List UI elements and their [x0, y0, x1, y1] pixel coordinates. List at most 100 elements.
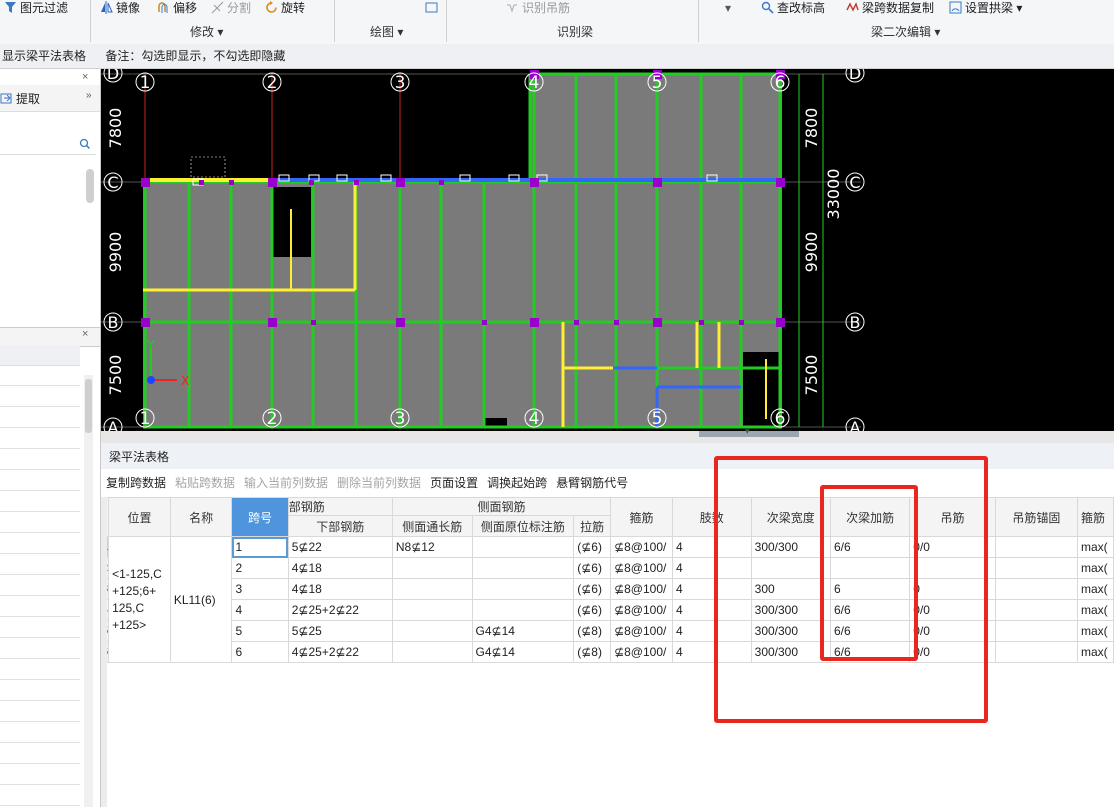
col-position-header[interactable]: 位置 [108, 497, 171, 537]
property-list-row[interactable] [0, 659, 80, 680]
property-list-row[interactable] [0, 365, 80, 386]
stirrup-cell[interactable]: ⊈8@100/ [610, 620, 673, 642]
side-in-situ-cell[interactable]: G4⊈14 [471, 641, 575, 663]
property-list-row[interactable] [0, 575, 80, 596]
property-list-row[interactable] [0, 680, 80, 701]
side-through-cell[interactable] [391, 599, 473, 621]
property-list-row[interactable] [0, 617, 80, 638]
col-side-in-situ-header[interactable]: 侧面原位标注筋 [471, 515, 575, 537]
delete-column-button[interactable]: 删除当前列数据 [337, 471, 421, 495]
dropdown-arrow-button[interactable]: ▾ [725, 0, 731, 16]
scrollbar-track[interactable] [84, 375, 93, 807]
col-side-through-header[interactable]: 侧面通长筋 [391, 515, 473, 537]
bottom-rebar-cell[interactable]: 4⊈18 [287, 557, 393, 579]
tie-bar-cell[interactable]: (⊈6) [573, 599, 612, 621]
property-list-row[interactable] [0, 470, 80, 491]
swap-start-span-button[interactable]: 调换起始跨 [487, 471, 547, 495]
scrollbar-thumb[interactable] [86, 169, 94, 203]
group-beam-secondary-edit[interactable]: 梁二次编辑 ▾ [871, 24, 940, 40]
floor-plan-drawing[interactable]: 1 1 2 2 3 3 4 4 5 5 6 6 D D C C B B A A 7800 9900 7500 7800 9900… [101, 69, 1114, 431]
hanger-anchor-cell[interactable] [994, 578, 1078, 600]
tie-bar-cell[interactable]: (⊈8) [573, 641, 612, 663]
show-table-label[interactable]: 显示梁平法表格 [2, 49, 86, 63]
extra-cell[interactable]: max( [1076, 599, 1114, 621]
stirrup-cell[interactable]: ⊈8@100/ [610, 557, 673, 579]
col-hanger-anchor-header[interactable]: 吊筋锚固 [994, 497, 1078, 537]
side-in-situ-cell[interactable] [471, 536, 575, 558]
col-span-no-header[interactable]: 跨号 [231, 497, 289, 537]
span-no-cell[interactable]: 4 [231, 599, 289, 621]
bottom-rebar-cell[interactable]: 4⊈18 [287, 578, 393, 600]
bottom-rebar-cell[interactable]: 5⊈22 [287, 536, 393, 558]
mirror-button[interactable]: 镜像 [100, 0, 140, 16]
stirrup-cell[interactable]: ⊈8@100/ [610, 599, 673, 621]
property-list-row[interactable] [0, 533, 80, 554]
more-icon[interactable]: » [86, 90, 92, 101]
view-elevation-button[interactable]: 查改标高 [761, 0, 825, 16]
property-list-row[interactable] [0, 554, 80, 575]
side-through-cell[interactable] [391, 620, 473, 642]
group-draw[interactable]: 绘图 ▾ [370, 24, 403, 40]
property-list-row[interactable] [0, 701, 80, 722]
property-list-row[interactable] [0, 638, 80, 659]
cad-drawing-canvas[interactable]: 1 1 2 2 3 3 4 4 5 5 6 6 D D C C B B A A 7800 9900 7500 7800 9900… [101, 69, 1114, 431]
span-no-cell[interactable]: 1 [231, 536, 289, 558]
name-cell[interactable]: KL11(6) [169, 536, 233, 663]
set-arch-button[interactable]: 设置拱梁 ▾ [949, 0, 1022, 16]
property-list-row[interactable] [0, 386, 80, 407]
tie-bar-cell[interactable]: (⊈8) [573, 620, 612, 642]
bottom-rebar-cell[interactable]: 2⊈25+2⊈22 [287, 599, 393, 621]
paste-span-button[interactable]: 粘贴跨数据 [175, 471, 235, 495]
close-icon[interactable]: × [82, 328, 88, 340]
side-in-situ-cell[interactable] [471, 599, 575, 621]
side-through-cell[interactable] [391, 578, 473, 600]
bottom-rebar-cell[interactable]: 4⊈25+2⊈22 [287, 641, 393, 663]
span-data-copy-button[interactable]: 梁跨数据复制 [846, 0, 934, 16]
side-in-situ-cell[interactable] [471, 578, 575, 600]
position-cell[interactable]: <1-125,C +125;6+ 125,C +125> [108, 536, 171, 663]
close-icon[interactable]: × [82, 71, 88, 83]
hanger-anchor-cell[interactable] [994, 557, 1078, 579]
property-list-row[interactable] [0, 407, 80, 428]
extra-cell[interactable]: max( [1076, 536, 1114, 558]
side-through-cell[interactable] [391, 557, 473, 579]
col-extra-header[interactable]: 箍筋 [1076, 497, 1114, 537]
col-bottom-rebar-header[interactable]: 下部钢筋 [287, 515, 393, 537]
side-in-situ-cell[interactable] [471, 557, 575, 579]
page-setup-button[interactable]: 页面设置 [430, 471, 478, 495]
side-through-cell[interactable] [391, 641, 473, 663]
col-tie-bar-header[interactable]: 拉筋 [573, 515, 612, 537]
property-list-row[interactable] [0, 764, 80, 785]
property-list-row[interactable] [0, 743, 80, 764]
identify-hanger-button[interactable]: 识别吊筋 [506, 0, 570, 16]
hanger-anchor-cell[interactable] [994, 620, 1078, 642]
property-list-row[interactable] [0, 512, 80, 533]
split-button[interactable]: 分割 [211, 0, 251, 16]
property-list-row[interactable] [0, 491, 80, 512]
input-column-button[interactable]: 输入当前列数据 [244, 471, 328, 495]
extra-cell[interactable]: max( [1076, 557, 1114, 579]
tie-bar-cell[interactable]: (⊈6) [573, 536, 612, 558]
search-input[interactable] [0, 134, 96, 155]
hanger-anchor-cell[interactable] [994, 536, 1078, 558]
tie-bar-cell[interactable]: (⊈6) [573, 557, 612, 579]
cantilever-code-button[interactable]: 悬臂钢筋代号 [556, 471, 628, 495]
chevron-down-icon[interactable]: ▾ [745, 426, 750, 437]
property-list-row[interactable] [0, 428, 80, 449]
rotate-button[interactable]: 旋转 [265, 0, 305, 16]
bottom-rebar-cell[interactable]: 5⊈25 [287, 620, 393, 642]
copy-span-button[interactable]: 复制跨数据 [106, 471, 166, 495]
extra-cell[interactable]: max( [1076, 620, 1114, 642]
col-stirrup-header[interactable]: 箍筋 [610, 497, 673, 537]
hanger-anchor-cell[interactable] [994, 641, 1078, 663]
element-filter-button[interactable]: 图元过滤 [4, 0, 68, 16]
extra-cell[interactable]: max( [1076, 578, 1114, 600]
offset-button[interactable]: 偏移 [157, 0, 197, 16]
span-no-cell[interactable]: 2 [231, 557, 289, 579]
scrollbar-thumb[interactable] [85, 379, 92, 433]
property-list-row[interactable] [0, 722, 80, 743]
span-no-cell[interactable]: 3 [231, 578, 289, 600]
property-list-row[interactable] [0, 449, 80, 470]
hanger-anchor-cell[interactable] [994, 599, 1078, 621]
side-through-cell[interactable]: N8⊈12 [391, 536, 473, 558]
